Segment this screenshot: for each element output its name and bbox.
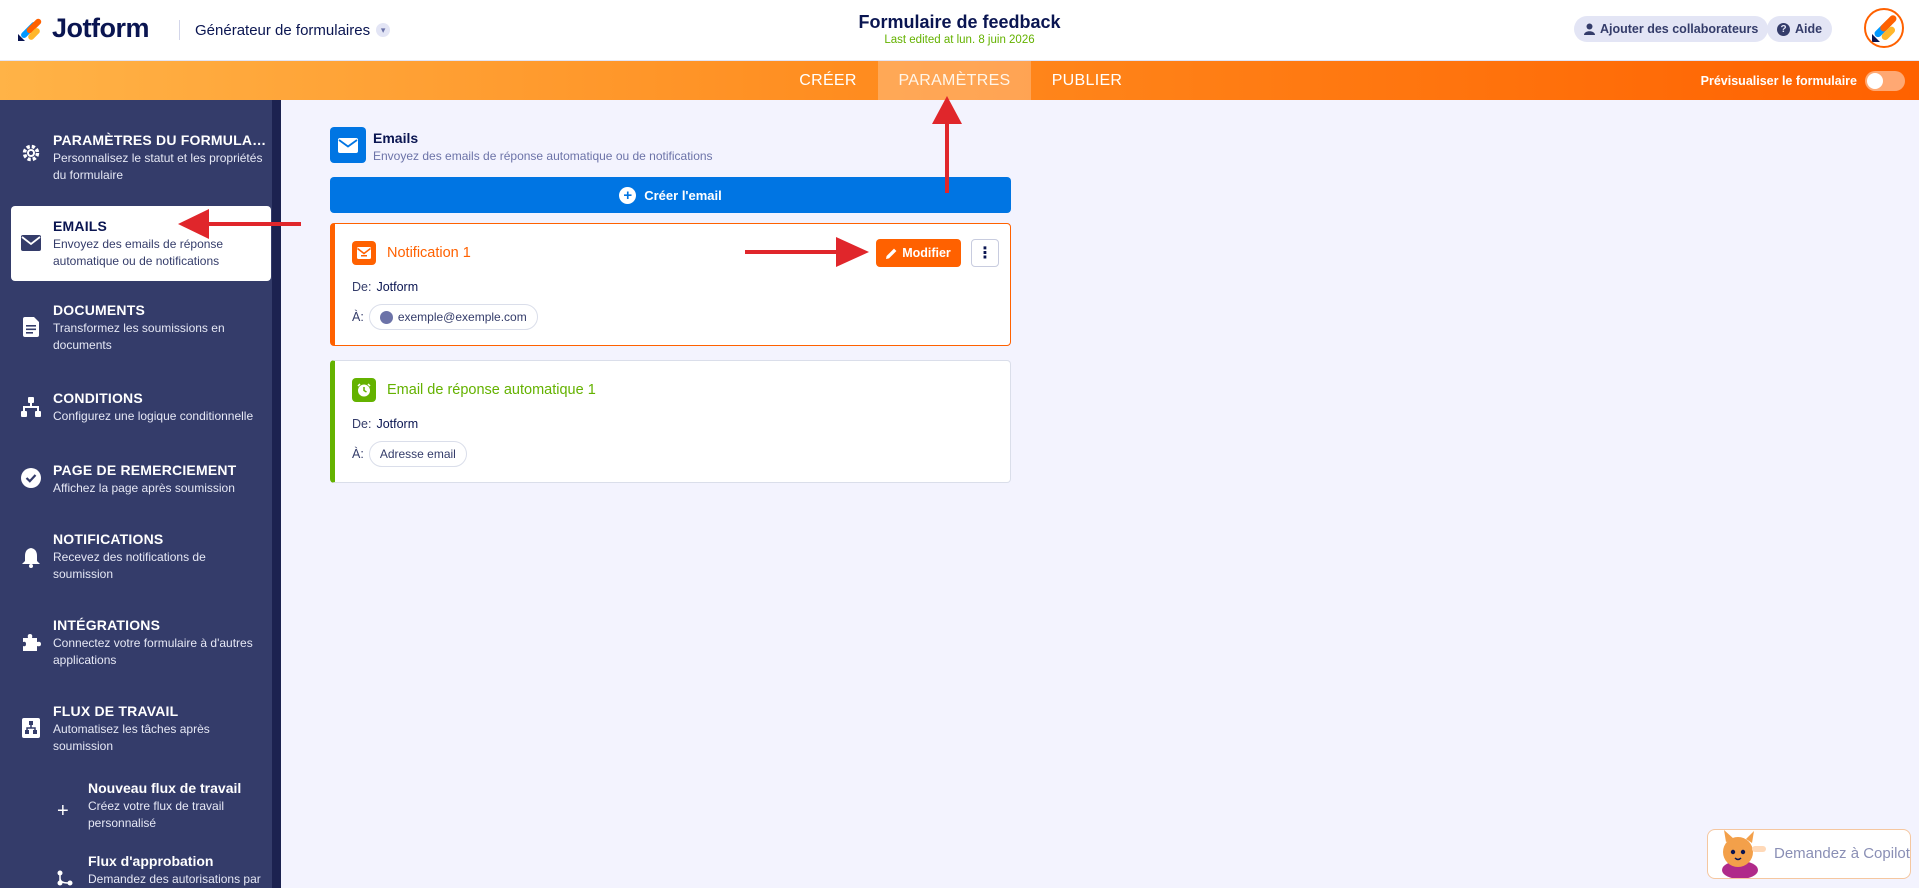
email-card-notification[interactable]: Notification 1 De: Jotform À: exemple@exe… [330, 223, 1011, 346]
from-label: De: [352, 280, 372, 294]
settings-sidebar: PARAMÈTRES DU FORMULAI... Personnalisez … [0, 100, 281, 888]
to-label: À: [352, 310, 364, 324]
sidebar-subitem-desc: Créez votre flux de travail personnalisé [88, 799, 225, 830]
preview-form-label: Prévisualiser le formulaire [1700, 74, 1857, 88]
help-label: Aide [1795, 22, 1823, 36]
sidebar-item-desc: Recevez des notifications de soumission [53, 550, 206, 581]
plus-icon: + [57, 800, 69, 822]
pencil-icon [886, 248, 897, 259]
sidebar-subitem-new-workflow[interactable]: + Nouveau flux de travail Créez votre fl… [50, 780, 275, 840]
kebab-menu-icon: ⋮ [977, 245, 993, 262]
envelope-icon [330, 127, 366, 163]
copilot-label: Demandez à Copilot [1774, 845, 1910, 862]
from-value: Jotform [376, 280, 419, 294]
sidebar-item-title: NOTIFICATIONS [53, 531, 164, 547]
sidebar-item-title: INTÉGRATIONS [53, 617, 161, 633]
sidebar-item-desc: Transformez les soumissions en documents [53, 321, 225, 352]
sidebar-item-title: PAGE DE REMERCIEMENT [53, 462, 237, 478]
plus-circle-icon: + [619, 186, 637, 204]
preview-form-control[interactable]: Prévisualiser le formulaire [1701, 71, 1905, 91]
bell-icon [20, 547, 42, 569]
sidebar-item-form-settings[interactable]: PARAMÈTRES DU FORMULAI... Personnalisez … [11, 122, 271, 182]
notification-envelope-icon [352, 241, 376, 265]
preview-toggle[interactable] [1865, 71, 1905, 91]
from-value: Jotform [376, 417, 419, 431]
tab-create[interactable]: CRÉER [780, 61, 876, 100]
copilot-chat-button[interactable]: Demandez à Copilot [1707, 829, 1911, 879]
sidebar-scrollbar[interactable] [272, 100, 281, 888]
user-circle-icon [379, 310, 393, 324]
sidebar-item-title: FLUX DE TRAVAIL [53, 703, 179, 719]
document-icon [20, 316, 42, 338]
question-circle-icon: ? [1777, 22, 1790, 36]
section-title: Emails [373, 130, 419, 146]
approval-flow-icon [57, 870, 73, 888]
create-email-label: Créer l'email [644, 187, 722, 203]
puzzle-icon [20, 631, 42, 653]
recipient-chip: Adresse email [368, 441, 467, 467]
sidebar-item-emails[interactable]: EMAILS Envoyez des emails de réponse aut… [11, 206, 271, 281]
sidebar-item-desc: Personnalisez le statut et les propriété… [53, 151, 263, 182]
email-card-to: À: exemple@exemple.com [352, 304, 538, 330]
tab-publish[interactable]: PUBLIER [1031, 61, 1143, 100]
edit-label: Modifier [902, 246, 951, 260]
email-card-title[interactable]: Email de réponse automatique 1 [387, 382, 596, 398]
sidebar-item-title: PARAMÈTRES DU FORMULAI... [53, 132, 268, 148]
email-card-from: De: Jotform [352, 280, 418, 294]
user-avatar[interactable] [1864, 8, 1904, 48]
add-collaborators-label: Ajouter des collaborateurs [1600, 22, 1759, 36]
email-card-from: De: Jotform [352, 417, 418, 431]
gear-icon [20, 142, 42, 164]
sidebar-subitem-title: Nouveau flux de travail [88, 780, 242, 796]
help-button[interactable]: ? Aide [1767, 16, 1833, 42]
sidebar-item-notifications[interactable]: NOTIFICATIONS Recevez des notifications … [11, 521, 271, 581]
sidebar-item-desc: Envoyez des emails de réponse automatiqu… [53, 237, 224, 268]
sidebar-item-conditions[interactable]: CONDITIONS Configurez une logique condit… [11, 379, 271, 429]
edit-button[interactable]: Modifier [876, 239, 961, 267]
copilot-mascot-icon [1722, 830, 1766, 878]
recipient-value: Adresse email [379, 447, 456, 461]
sidebar-item-title: CONDITIONS [53, 390, 143, 406]
sidebar-item-title: DOCUMENTS [53, 302, 146, 318]
workflow-icon [20, 717, 42, 739]
clock-envelope-icon [352, 378, 376, 402]
more-options-button[interactable]: ⋮ [971, 239, 999, 267]
sidebar-item-thank-you-page[interactable]: PAGE DE REMERCIEMENT Affichez la page ap… [11, 452, 271, 502]
avatar-logo-icon [1872, 15, 1897, 42]
check-circle-icon [20, 467, 42, 489]
to-label: À: [352, 447, 364, 461]
section-description: Envoyez des emails de réponse automatiqu… [373, 149, 713, 163]
create-email-button[interactable]: + Créer l'email [330, 177, 1011, 213]
sidebar-item-title: EMAILS [53, 218, 108, 234]
envelope-icon [20, 232, 42, 254]
sidebar-item-desc: Automatisez les tâches après soumission [53, 722, 210, 753]
sidebar-subitem-title: Flux d'approbation [88, 853, 214, 869]
sidebar-item-documents[interactable]: DOCUMENTS Transformez les soumissions en… [11, 292, 271, 352]
tab-settings[interactable]: PARAMÈTRES [878, 61, 1031, 100]
sidebar-item-workflows[interactable]: FLUX DE TRAVAIL Automatisez les tâches a… [11, 693, 271, 753]
from-label: De: [352, 417, 372, 431]
sidebar-item-desc: Connectez votre formulaire à d'autres ap… [53, 636, 253, 667]
add-collaborators-button[interactable]: Ajouter des collaborateurs [1574, 16, 1769, 42]
user-icon [1584, 23, 1595, 35]
recipient-value: exemple@exemple.com [397, 310, 527, 324]
sitemap-icon [20, 396, 42, 418]
email-card-title[interactable]: Notification 1 [387, 245, 471, 261]
sidebar-subitem-desc: Demandez des autorisations par [88, 872, 261, 886]
sidebar-item-desc: Affichez la page après soumission [53, 481, 235, 495]
email-card-autoresponder[interactable]: Email de réponse automatique 1 De: Jotfor… [330, 360, 1011, 483]
top-header: Jotform Générateur de formulaires ▾ Form… [0, 0, 1919, 61]
sidebar-item-desc: Configurez une logique conditionnelle [53, 409, 254, 423]
recipient-chip: exemple@exemple.com [368, 304, 538, 330]
sidebar-item-integrations[interactable]: INTÉGRATIONS Connectez votre formulaire … [11, 607, 271, 667]
sidebar-subitem-approval-flow[interactable]: Flux d'approbation Demandez des autorisa… [50, 853, 275, 888]
builder-tabs-bar: CRÉER PARAMÈTRES PUBLIER Prévisualiser l… [0, 61, 1919, 100]
email-card-to: À: Adresse email [352, 441, 467, 467]
